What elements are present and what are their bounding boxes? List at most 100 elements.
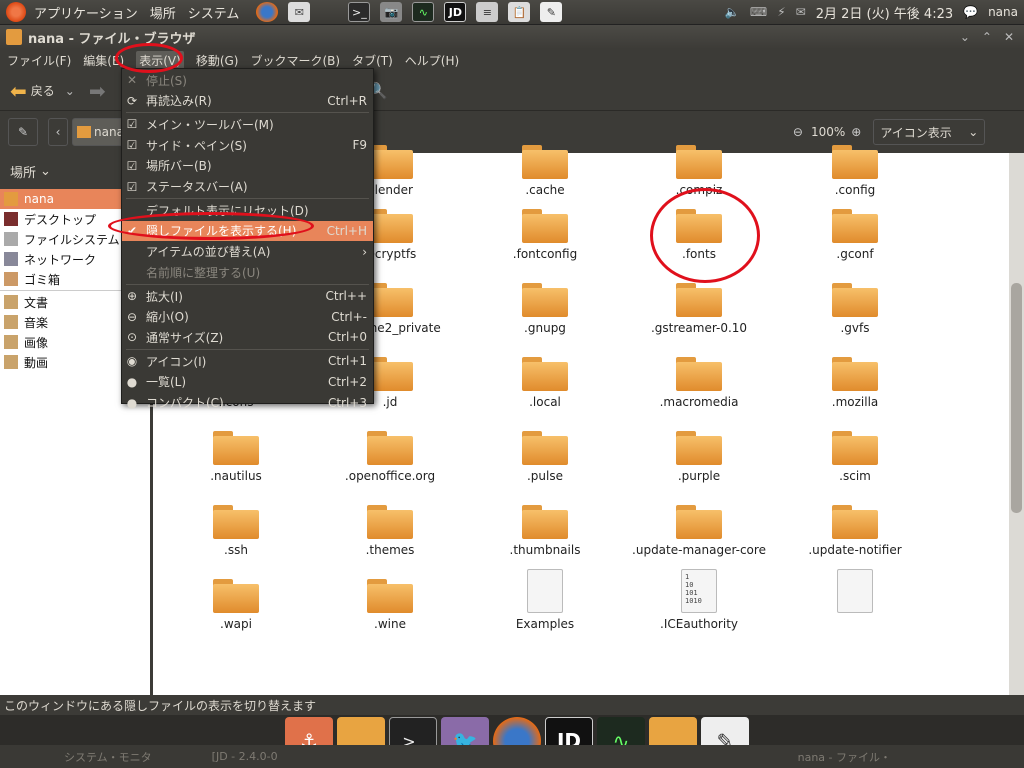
applications-menu[interactable]: アプリケーション [34,3,138,22]
back-dropdown-icon[interactable]: ⌄ [65,84,75,98]
keyboard-icon[interactable]: ⌨ [750,5,767,19]
folder-item[interactable]: .update-notifier [780,501,930,557]
sidebar-item-label: デスクトップ [24,212,97,227]
folder-item[interactable]: .pulse [470,427,620,483]
menu-tabs[interactable]: タブ(T) [352,52,393,69]
mail-icon[interactable]: ✉ [288,2,311,22]
text-editor-icon[interactable]: ✎ [540,2,563,22]
dock: ⚓ >_ 🐦 JD ∿ ✎ システム・モニタ [JD - 2.4.0-0 nan… [0,715,1024,768]
user-name[interactable]: nana [988,5,1018,19]
view-menu-item[interactable]: ● 一覧(L) Ctrl+2 [122,372,373,392]
chevron-down-icon: ⌄ [968,125,979,139]
system-monitor-icon[interactable]: ∿ [412,2,435,22]
minimize-icon[interactable]: ⌄ [960,30,970,44]
zoom-in-icon: ⊕ [126,289,138,303]
task-file-browser[interactable]: nana - ファイル・ [798,749,891,765]
folder-item[interactable]: .purple [624,427,774,483]
firefox-icon[interactable] [256,2,279,22]
folder-item[interactable]: .fontconfig [470,205,620,261]
folder-item[interactable]: .thumbnails [470,501,620,557]
terminal-icon[interactable]: >_ [348,2,371,22]
task-jd[interactable]: [JD - 2.4.0-0 [212,750,278,763]
file-name: .config [834,183,876,197]
radio-icon: ● [126,395,138,410]
file-name: .ICEauthority [660,617,738,631]
folder-item[interactable]: .macromedia [624,353,774,409]
file-item[interactable]: Examples [470,569,620,631]
zoom-out-icon[interactable]: ⊖ [793,125,803,139]
view-menu-item[interactable]: ⟳ 再読込み(R) Ctrl+R [122,91,373,111]
folder-item[interactable]: .scim [780,427,930,483]
folder-item[interactable]: .wapi [161,575,311,631]
maximize-icon[interactable]: ⌃ [982,30,992,44]
chevron-down-icon: ⌄ [40,163,51,179]
folder-item[interactable]: .update-manager-core [624,501,774,557]
view-menu-item[interactable]: ☑ サイド・ペイン(S) F9 [122,135,373,155]
volume-icon[interactable]: 🔈 [725,5,740,19]
folder-item[interactable]: .gvfs [780,279,930,335]
folder-item[interactable]: .gnupg [470,279,620,335]
view-menu-item[interactable]: 名前順に整理する(U) [122,262,373,282]
folder-item[interactable]: .local [470,353,620,409]
file-item[interactable]: 1 10 101 1010 .ICEauthority [624,569,774,631]
file-name: .nautilus [210,469,262,483]
back-arrow-icon[interactable]: ⬅ [10,79,27,103]
scrollbar[interactable] [1009,153,1024,695]
folder-item[interactable]: .themes [315,501,465,557]
network-icon[interactable]: ⚡ [777,5,785,19]
folder-item[interactable]: .gconf [780,205,930,261]
view-menu-item[interactable]: ☑ 場所バー(B) [122,156,373,176]
menu-file[interactable]: ファイル(F) [7,52,71,69]
folder-item[interactable]: .config [780,141,930,197]
view-menu-item[interactable]: ⊕ 拡大(I) Ctrl++ [122,286,373,306]
back-button[interactable]: 戻る [31,82,55,99]
view-menu-item-label: サイド・ペイン(S) [146,138,247,153]
folder-item[interactable]: .wine [315,575,465,631]
ubuntu-logo-icon[interactable] [6,2,26,22]
zoom-in-icon[interactable]: ⊕ [851,125,861,139]
view-menu-item[interactable]: ● コンパクト(C) Ctrl+3 [122,393,373,413]
close-icon[interactable]: ✕ [1004,30,1014,44]
camera-icon[interactable]: 📷 [380,2,403,22]
view-menu-item[interactable]: アイテムの並び替え(A) › [122,242,373,262]
checkbox-icon: ☑ [126,158,138,173]
notes-icon[interactable]: ≡ [476,2,499,22]
folder-icon [832,505,878,539]
jd-icon[interactable]: JD [444,2,467,22]
folder-item[interactable]: .openoffice.org [315,427,465,483]
folder-item[interactable]: .ssh [161,501,311,557]
folder-item[interactable]: .nautilus [161,427,311,483]
system-menu[interactable]: システム [188,3,240,22]
view-menu-item[interactable]: ☑ メイン・ツールバー(M) [122,114,373,134]
view-menu-item[interactable]: ⊙ 通常サイズ(Z) Ctrl+0 [122,327,373,347]
clipboard-icon[interactable]: 📋 [508,2,531,22]
places-menu[interactable]: 場所 [150,3,176,22]
window-title: nana - ファイル・ブラウザ [28,31,196,47]
view-menu-item[interactable]: ✕ 停止(S) [122,70,373,90]
mail-indicator-icon[interactable]: ✉ [796,5,806,19]
chat-icon[interactable]: 💬 [963,5,978,19]
edit-location-icon[interactable]: ✎ [8,118,38,146]
folder-icon [522,431,568,465]
view-menu-item[interactable]: ☑ ステータスバー(A) [122,177,373,197]
menu-help[interactable]: ヘルプ(H) [405,52,459,69]
view-menu-item[interactable]: ⊖ 縮小(O) Ctrl+- [122,307,373,327]
folder-item[interactable]: .mozilla [780,353,930,409]
folder-item[interactable]: .gstreamer-0.10 [624,279,774,335]
task-system-monitor[interactable]: システム・モニタ [64,749,152,765]
folder-icon [676,431,722,465]
annotation-circle-view-menu [115,43,183,73]
folder-item[interactable]: .cache [470,141,620,197]
view-menu-item[interactable]: ◉ アイコン(I) Ctrl+1 [122,351,373,371]
crumb-back-icon[interactable]: ‹ [48,118,68,146]
annotation-circle-hidden-files [108,212,314,240]
menu-bookmarks[interactable]: ブックマーク(B) [250,52,340,69]
scrollbar-thumb[interactable] [1011,283,1022,513]
menu-go[interactable]: 移動(G) [196,52,239,69]
top-panel: アプリケーション 場所 システム ✉ >_ 📷 ∿ JD ≡ 📋 ✎ 🔈 ⌨ ⚡… [0,0,1024,25]
document-icon [527,569,563,613]
network-icon [4,252,18,266]
forward-arrow-icon[interactable]: ➡ [89,79,106,103]
clock[interactable]: 2月 2日 (火) 午後 4:23 [816,3,953,22]
file-item[interactable] [780,569,930,617]
